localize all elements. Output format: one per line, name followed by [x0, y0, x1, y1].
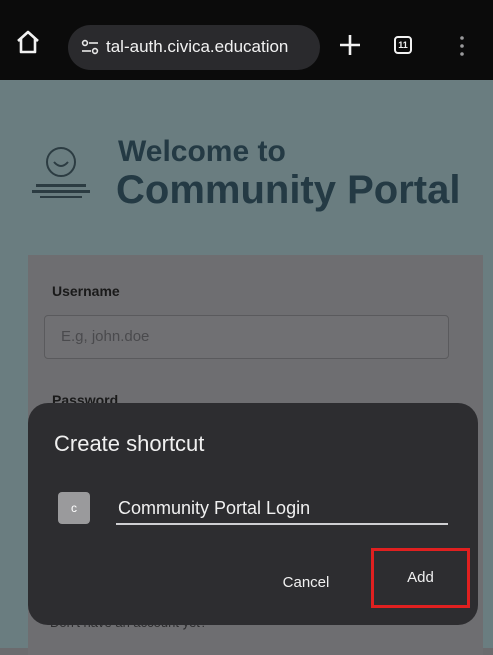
- create-shortcut-dialog: Create shortcut c Community Portal Login…: [28, 403, 478, 625]
- cancel-button[interactable]: Cancel: [261, 565, 351, 601]
- dialog-title: Create shortcut: [54, 431, 205, 456]
- url-text[interactable]: tal-auth.civica.education: [106, 37, 316, 57]
- username-label: Username: [52, 283, 120, 299]
- more-options-icon[interactable]: [454, 34, 470, 58]
- welcome-heading: Welcome to: [118, 135, 286, 168]
- address-bar[interactable]: tal-auth.civica.education: [68, 25, 320, 70]
- new-tab-icon[interactable]: [332, 26, 368, 62]
- home-icon[interactable]: [10, 24, 46, 60]
- browser-toolbar: tal-auth.civica.education 11: [0, 0, 493, 80]
- government-logo: [22, 140, 100, 210]
- tab-switcher-button[interactable]: 11: [394, 36, 412, 54]
- site-settings-icon[interactable]: [80, 37, 100, 57]
- username-input[interactable]: E.g, john.doe: [44, 315, 449, 359]
- page-title: Community Portal: [116, 168, 461, 212]
- add-button[interactable]: Add: [371, 548, 470, 608]
- site-favicon: c: [58, 492, 90, 524]
- page-header: Welcome to Community Portal: [0, 80, 493, 250]
- shortcut-name-input[interactable]: Community Portal Login: [116, 495, 448, 525]
